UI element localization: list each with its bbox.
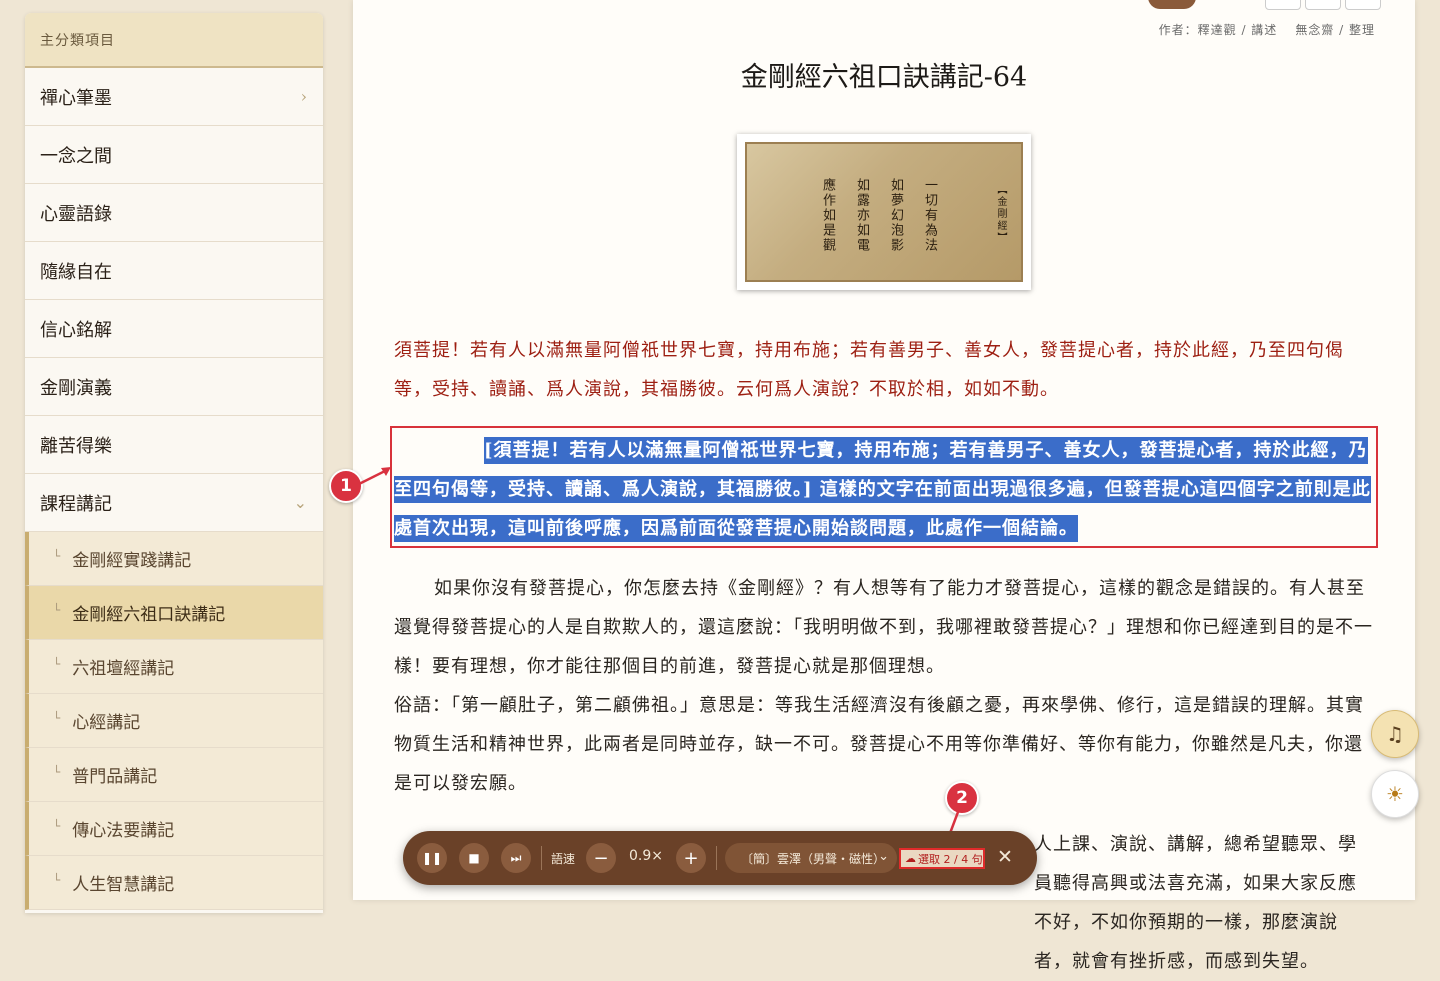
tree-branch-icon: └ — [53, 872, 61, 887]
voice-value: 〔簡〕雲澤（男聲・磁性） — [741, 851, 877, 866]
callout-arrow-1 — [358, 467, 391, 486]
minus-icon: − — [593, 847, 609, 869]
sidebar-subitem[interactable]: └ 人生智慧講記 — [25, 856, 323, 910]
sidebar-item-sui-yuan[interactable]: 隨緣自在 — [25, 242, 323, 300]
divider — [541, 846, 542, 870]
category-pill[interactable] — [1148, 0, 1196, 9]
sidebar-item-jin-gang-yan-yi[interactable]: 金剛演義 — [25, 358, 323, 416]
close-button[interactable]: ✕ — [997, 846, 1013, 868]
font-size-medium-button[interactable] — [1305, 0, 1341, 10]
stop-button[interactable]: ■ — [459, 843, 489, 873]
selection-status[interactable]: ☁ 選取 2 / 4 句 — [899, 848, 985, 869]
sidebar-item-label: 離苦得樂 — [40, 435, 112, 457]
pause-button[interactable]: ❚❚ — [417, 843, 447, 873]
tree-branch-icon: └ — [53, 764, 61, 779]
sidebar-subitem-label: 金剛經六祖口訣講記 — [72, 605, 226, 625]
tree-branch-icon: └ — [53, 818, 61, 833]
music-button[interactable]: ♫ — [1371, 710, 1419, 758]
sidebar-subitem-label: 傳心法要講記 — [72, 821, 175, 841]
music-note-icon: ♫ — [1386, 722, 1404, 746]
tts-control-bar: ❚❚ ■ ⏭ 語速 − 0.9× + 〔簡〕雲澤（男聲・磁性） ⌄ ☁ 選取 2 … — [403, 831, 1037, 885]
sidebar-item-label: 心靈語錄 — [40, 203, 112, 225]
tree-branch-icon: └ — [53, 602, 61, 617]
body-paragraph: 俗語：「第一顧肚子，第二顧佛祖。」意思是：等我生活經濟沒有後顧之憂，再來學佛、修… — [394, 695, 1364, 794]
highlighted-text: [須菩提！若有人以滿無量阿僧祇世界七寶，持用布施；若有善男子、善女人，發菩提心者… — [394, 437, 1371, 542]
font-size-small-button[interactable] — [1265, 0, 1301, 10]
font-size-large-button[interactable] — [1345, 0, 1381, 10]
author: 作者：釋達觀 / 講述 — [1158, 23, 1278, 37]
skip-next-button[interactable]: ⏭ — [501, 843, 531, 873]
chevron-right-icon: › — [300, 87, 307, 106]
skip-next-icon: ⏭ — [510, 850, 522, 865]
theme-toggle-button[interactable]: ☀ — [1371, 770, 1419, 818]
speed-increase-button[interactable]: + — [676, 843, 706, 873]
sidebar-subitem[interactable]: └ 傳心法要講記 — [25, 802, 323, 856]
article-panel: 作者：釋達觀 / 講述 無念齋 / 整理 金剛經六祖口訣講記-64 【金剛經】 一… — [353, 0, 1415, 972]
editor: 無念齋 / 整理 — [1295, 23, 1375, 37]
stop-icon: ■ — [468, 851, 480, 865]
sutra-column: 一切有為法 — [922, 178, 937, 253]
author-line: 作者：釋達觀 / 講述 無念齋 / 整理 — [1159, 21, 1375, 38]
sidebar-item-xin-xin-ming[interactable]: 信心銘解 — [25, 300, 323, 358]
speed-value: 0.9× — [629, 848, 663, 864]
sidebar-item-course-notes[interactable]: 課程講記 ⌄ — [25, 474, 323, 532]
sidebar-item-yi-nian[interactable]: 一念之間 — [25, 126, 323, 184]
article-title: 金剛經六祖口訣講記-64 — [740, 62, 1028, 93]
sidebar-item-chan-xin-bi-mo[interactable]: 禪心筆墨 › — [25, 68, 323, 126]
sidebar: 主分類項目 禪心筆墨 › 一念之間 心靈語錄 隨緣自在 信心銘解 金剛演義 離苦… — [25, 13, 323, 913]
sidebar-subitem-label: 人生智慧講記 — [72, 875, 175, 895]
sutra-column: 如夢幻泡影 — [888, 178, 903, 253]
chevron-down-icon: ⌄ — [878, 849, 889, 864]
divider — [716, 846, 717, 870]
sidebar-item-label: 信心銘解 — [40, 319, 112, 341]
speed-label: 語速 — [551, 852, 576, 866]
voice-select[interactable]: 〔簡〕雲澤（男聲・磁性） ⌄ — [725, 843, 897, 873]
highlighted-paragraph[interactable]: [須菩提！若有人以滿無量阿僧祇世界七寶，持用布施；若有善男子、善女人，發菩提心者… — [394, 431, 1374, 548]
sidebar-item-label: 隨緣自在 — [40, 261, 112, 283]
sidebar-header: 主分類項目 — [25, 13, 323, 68]
tree-branch-icon: └ — [53, 656, 61, 671]
sutra-scroll: 【金剛經】 一切有為法 如夢幻泡影 如露亦如電 應作如是觀 — [745, 142, 1023, 282]
sidebar-subitem-label: 金剛經實踐講記 — [72, 551, 192, 571]
chevron-down-icon: ⌄ — [293, 493, 307, 512]
pause-icon: ❚❚ — [421, 851, 443, 865]
sidebar-subitem[interactable]: └ 金剛經實踐講記 — [25, 532, 323, 586]
sidebar-item-label: 一念之間 — [40, 145, 112, 167]
sun-icon: ☀ — [1386, 782, 1404, 806]
body-paragraph: 如果你沒有發菩提心，你怎麼去持《金剛經》？有人想等有了能力才發菩提心，這樣的觀念… — [394, 578, 1373, 677]
sutra-image: 【金剛經】 一切有為法 如夢幻泡影 如露亦如電 應作如是觀 — [737, 134, 1031, 290]
sidebar-item-label: 課程講記 — [40, 493, 112, 515]
sidebar-subitem-active[interactable]: └ 金剛經六祖口訣講記 — [25, 586, 323, 640]
sutra-quote: 須菩提！若有人以滿無量阿僧祇世界七寶，持用布施；若有善男子、善女人，發菩提心者，… — [394, 340, 1344, 400]
sidebar-subitem[interactable]: └ 心經講記 — [25, 694, 323, 748]
sutra-title: 【金剛經】 — [995, 184, 1006, 244]
tree-branch-icon: └ — [53, 710, 61, 725]
sidebar-item-label: 禪心筆墨 — [40, 87, 112, 109]
sidebar-item-label: 金剛演義 — [40, 377, 112, 399]
sutra-column: 如露亦如電 — [854, 178, 869, 253]
sidebar-subitem[interactable]: └ 六祖壇經講記 — [25, 640, 323, 694]
sidebar-subitem[interactable]: └ 普門品講記 — [25, 748, 323, 802]
tree-branch-icon: └ — [53, 548, 61, 563]
sidebar-subitem-label: 普門品講記 — [72, 767, 158, 787]
plus-icon: + — [683, 847, 699, 869]
selection-text: 選取 2 / 4 句 — [918, 852, 983, 866]
sidebar-subitem-label: 心經講記 — [72, 713, 141, 733]
sidebar-subitem-label: 六祖壇經講記 — [72, 659, 175, 679]
sutra-column: 應作如是觀 — [820, 178, 835, 253]
sidebar-item-li-ku[interactable]: 離苦得樂 — [25, 416, 323, 474]
cloud-icon: ☁ — [905, 852, 916, 865]
speed-decrease-button[interactable]: − — [586, 843, 616, 873]
sidebar-item-xin-ling[interactable]: 心靈語錄 — [25, 184, 323, 242]
